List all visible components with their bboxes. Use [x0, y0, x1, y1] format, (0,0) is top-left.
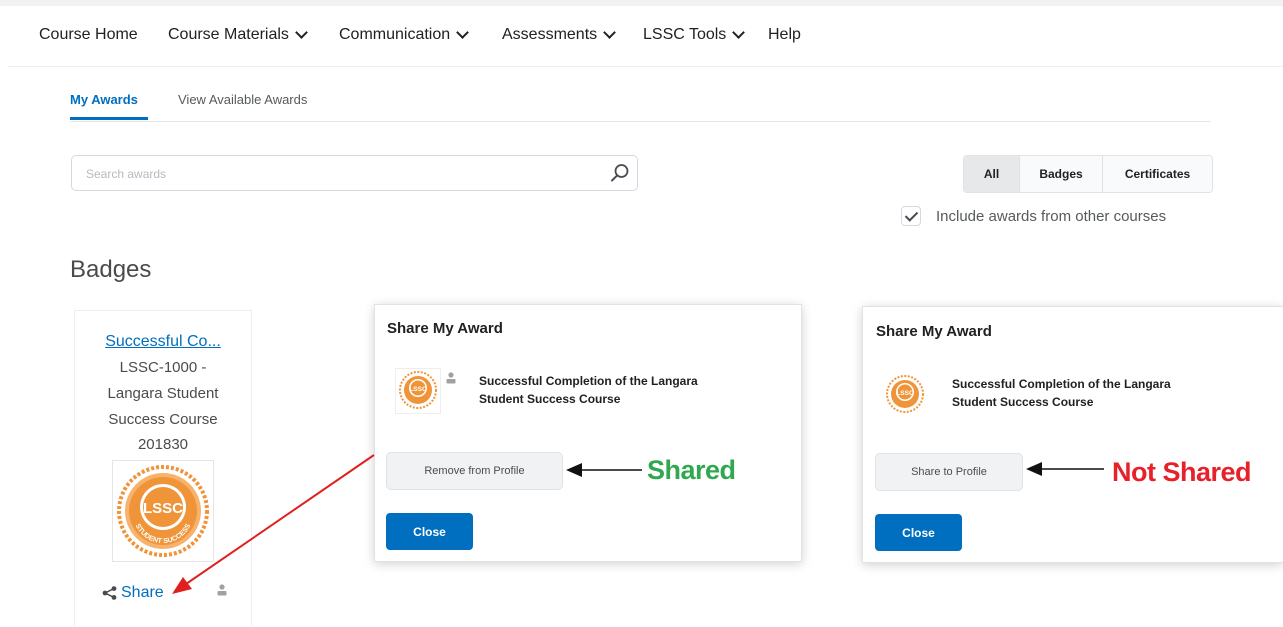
share-label: Share: [121, 584, 164, 601]
nav-course-home-label: Course Home: [39, 26, 138, 43]
nav-course-materials-label: Course Materials: [168, 26, 289, 43]
annotation-shared: Shared: [647, 455, 736, 485]
chevron-down-icon: [603, 26, 617, 39]
close-button[interactable]: Close: [386, 513, 473, 550]
badge-course-code: LSSC-1000 -: [119, 359, 207, 376]
search-box: [71, 155, 638, 191]
dialog-title: Share My Award: [387, 320, 503, 337]
include-other-courses-option: Include awards from other courses: [901, 206, 1166, 226]
user-icon: [446, 372, 456, 384]
badge-image: LSSC STUDENT SUCCESS: [112, 460, 214, 562]
award-thumbnail-text: LSSC: [409, 386, 427, 393]
award-name-line-1: Successful Completion of the Langara: [952, 377, 1171, 391]
filter-all-button[interactable]: All: [964, 156, 1020, 192]
chevron-down-icon: [456, 26, 470, 39]
active-tab-indicator: [70, 117, 148, 120]
user-icon: [217, 584, 227, 596]
award-thumbnail-icon: LSSC: [395, 368, 441, 414]
nav-assessments[interactable]: Assessments: [502, 26, 617, 44]
tab-my-awards[interactable]: My Awards: [70, 92, 138, 107]
remove-from-profile-button[interactable]: Remove from Profile: [386, 452, 563, 490]
include-other-courses-label: Include awards from other courses: [936, 207, 1167, 225]
course-navbar: Course Home Course Materials Communicati…: [0, 6, 1283, 66]
share-icon: [102, 586, 117, 600]
share-to-profile-button[interactable]: Share to Profile: [875, 453, 1023, 491]
filter-certificates-button[interactable]: Certificates: [1103, 156, 1212, 192]
filter-badges-button[interactable]: Badges: [1020, 156, 1103, 192]
nav-help-label: Help: [768, 26, 801, 43]
badge-title-link[interactable]: Successful Co...: [0, 333, 326, 351]
award-name-line-1: Successful Completion of the Langara: [479, 374, 698, 388]
award-name-line-2: Student Success Course: [479, 392, 621, 406]
award-name-line-2: Student Success Course: [952, 395, 1094, 409]
annotation-not-shared: Not Shared: [1112, 457, 1252, 487]
badge-logo-text: LSSC: [143, 500, 183, 517]
tabs-divider: [70, 121, 1211, 122]
badge-course-name-2: Success Course: [108, 411, 218, 428]
nav-course-materials[interactable]: Course Materials: [168, 26, 308, 44]
nav-communication[interactable]: Communication: [339, 26, 470, 44]
award-type-filter: All Badges Certificates: [963, 155, 1213, 193]
nav-course-home[interactable]: Course Home: [39, 26, 138, 44]
include-other-courses-checkbox[interactable]: [901, 206, 921, 226]
nav-help[interactable]: Help: [768, 26, 801, 44]
tab-view-available-awards[interactable]: View Available Awards: [178, 92, 307, 107]
close-button[interactable]: Close: [875, 514, 962, 551]
search-input[interactable]: [84, 164, 588, 184]
award-thumbnail-text: LSSC: [896, 390, 914, 397]
nav-communication-label: Communication: [339, 26, 451, 43]
nav-lssc-tools-label: LSSC Tools: [643, 26, 727, 43]
award-thumbnail-icon: LSSC: [886, 375, 924, 413]
award-name: Successful Completion of the Langara Stu…: [952, 375, 1171, 411]
chevron-down-icon: [295, 26, 308, 39]
section-heading: Badges: [70, 256, 152, 283]
dialog-title: Share My Award: [876, 323, 992, 340]
nav-lssc-tools[interactable]: LSSC Tools: [643, 26, 746, 44]
award-name: Successful Completion of the Langara Stu…: [479, 372, 698, 408]
share-badge-link[interactable]: Share: [102, 584, 164, 602]
badge-term: 201830: [137, 436, 189, 453]
lssc-badge-icon: LSSC STUDENT SUCCESS: [117, 465, 209, 557]
nav-assessments-label: Assessments: [502, 26, 598, 43]
badge-course-name-1: Langara Student: [107, 385, 219, 402]
search-icon[interactable]: [610, 163, 630, 183]
chevron-down-icon: [732, 26, 746, 39]
